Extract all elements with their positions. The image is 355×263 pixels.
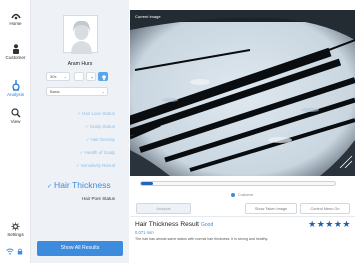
image-slider[interactable] — [140, 181, 336, 186]
check-icon: ✓ — [77, 111, 81, 116]
checklist-item[interactable]: ✓Sensitivity Result — [76, 163, 115, 169]
chevron-down-icon: ⌄ — [101, 89, 105, 94]
checklist-label: Hair Loss Status — [81, 111, 115, 116]
analysis-button[interactable]: Analysis — [136, 203, 191, 214]
result-status: Good — [201, 222, 214, 228]
wifi-icon — [6, 248, 14, 255]
nav-label-analysis: Analysis — [6, 92, 25, 97]
rating-stars: ★★★★★ — [308, 219, 351, 230]
mode-select-value: Basic — [50, 89, 60, 94]
customer-name: Aram Hurs — [67, 61, 93, 67]
nav-item-customer[interactable]: Customer — [0, 44, 31, 60]
bulb-button[interactable] — [98, 72, 108, 81]
checklist-item-selected[interactable]: ✓ Hair Thickness — [47, 180, 111, 190]
chevron-down-icon: ⌄ — [63, 74, 67, 79]
check-icon: ✓ — [79, 150, 84, 155]
star-icon: ★ — [308, 219, 317, 229]
check-icon: ✓ — [84, 124, 89, 129]
gear-icon — [11, 222, 20, 231]
dot-icon — [91, 76, 93, 78]
checklist-item[interactable]: ✓Scalp Status — [85, 124, 115, 130]
nav-label-customer: Customer — [5, 55, 26, 60]
nav-item-settings[interactable]: Settings — [0, 222, 31, 237]
star-icon: ★ — [342, 219, 351, 229]
hair-image — [130, 10, 355, 176]
checklist-label: Health of Scalp — [84, 150, 115, 155]
nav-item-view[interactable]: View — [0, 108, 31, 124]
slider-fill — [141, 182, 153, 185]
avatar — [63, 15, 98, 54]
nav-item-analysis[interactable]: Analysis — [0, 79, 31, 97]
result-description: The hair has almost same status with nor… — [135, 237, 269, 241]
image-label: Current Image — [135, 14, 161, 19]
zoom-select[interactable]: 30x ⌄ — [46, 72, 70, 81]
radio-customer-label: Customer — [238, 193, 254, 197]
toggle-button-1[interactable] — [74, 72, 84, 81]
nav-label-view: View — [10, 119, 21, 124]
check-icon: ✓ — [75, 163, 80, 168]
show-all-results-button[interactable]: Show All Results — [37, 241, 123, 256]
person-icon — [12, 44, 19, 54]
microscope-image: Current Image — [130, 10, 355, 176]
check-icon: ✓ — [47, 184, 53, 190]
star-icon: ★ — [316, 219, 326, 229]
checklist-item[interactable]: ✓Hair Loss Status — [77, 111, 115, 117]
checklist-label: Scalp Status — [89, 124, 115, 129]
result-title-text: Hair Thickness Result — [135, 221, 200, 228]
bulb-icon — [102, 74, 106, 80]
radio-customer[interactable] — [231, 193, 235, 197]
search-icon — [10, 108, 20, 118]
nav-label-home: Home — [9, 21, 22, 26]
nav-rail: Home Customer Analysis View Settings — [0, 0, 31, 263]
control-menu-button[interactable]: Control Menu On — [300, 203, 350, 214]
checklist-item[interactable]: ✓Health of Scalp — [80, 150, 115, 156]
check-icon: ✓ — [85, 137, 90, 142]
result-area: Current Image Customer Analysis Show Tak… — [130, 0, 355, 263]
nav-item-home[interactable]: Home — [0, 12, 31, 26]
checklist-label: Sensitivity Result — [80, 163, 115, 168]
zoom-select-value: 30x — [50, 74, 57, 79]
mode-select[interactable]: Basic ⌄ — [46, 87, 108, 96]
home-icon — [10, 13, 21, 20]
person-silhouette-icon — [71, 20, 92, 54]
result-value: 0.071 mm — [135, 230, 154, 235]
checklist-item[interactable]: ✓Hair Density — [86, 137, 115, 143]
divider — [130, 216, 355, 217]
selected-item-label: Hair Thickness — [54, 180, 111, 190]
toggle-button-2[interactable] — [86, 72, 96, 81]
lock-icon — [17, 248, 23, 255]
analysis-panel: Aram Hurs 30x ⌄ Basic ⌄ ✓Hair Loss Statu… — [31, 0, 129, 263]
nav-label-settings: Settings — [7, 232, 24, 237]
analysis-icon — [11, 80, 20, 91]
result-title: Hair Thickness Result Good — [135, 221, 213, 228]
checklist-label: Hair Density — [90, 137, 115, 142]
sub-item[interactable]: Hair Pore Status — [82, 196, 115, 201]
star-icon: ★ — [325, 219, 334, 229]
show-taken-image-button[interactable]: Show Taken Image — [245, 203, 297, 214]
